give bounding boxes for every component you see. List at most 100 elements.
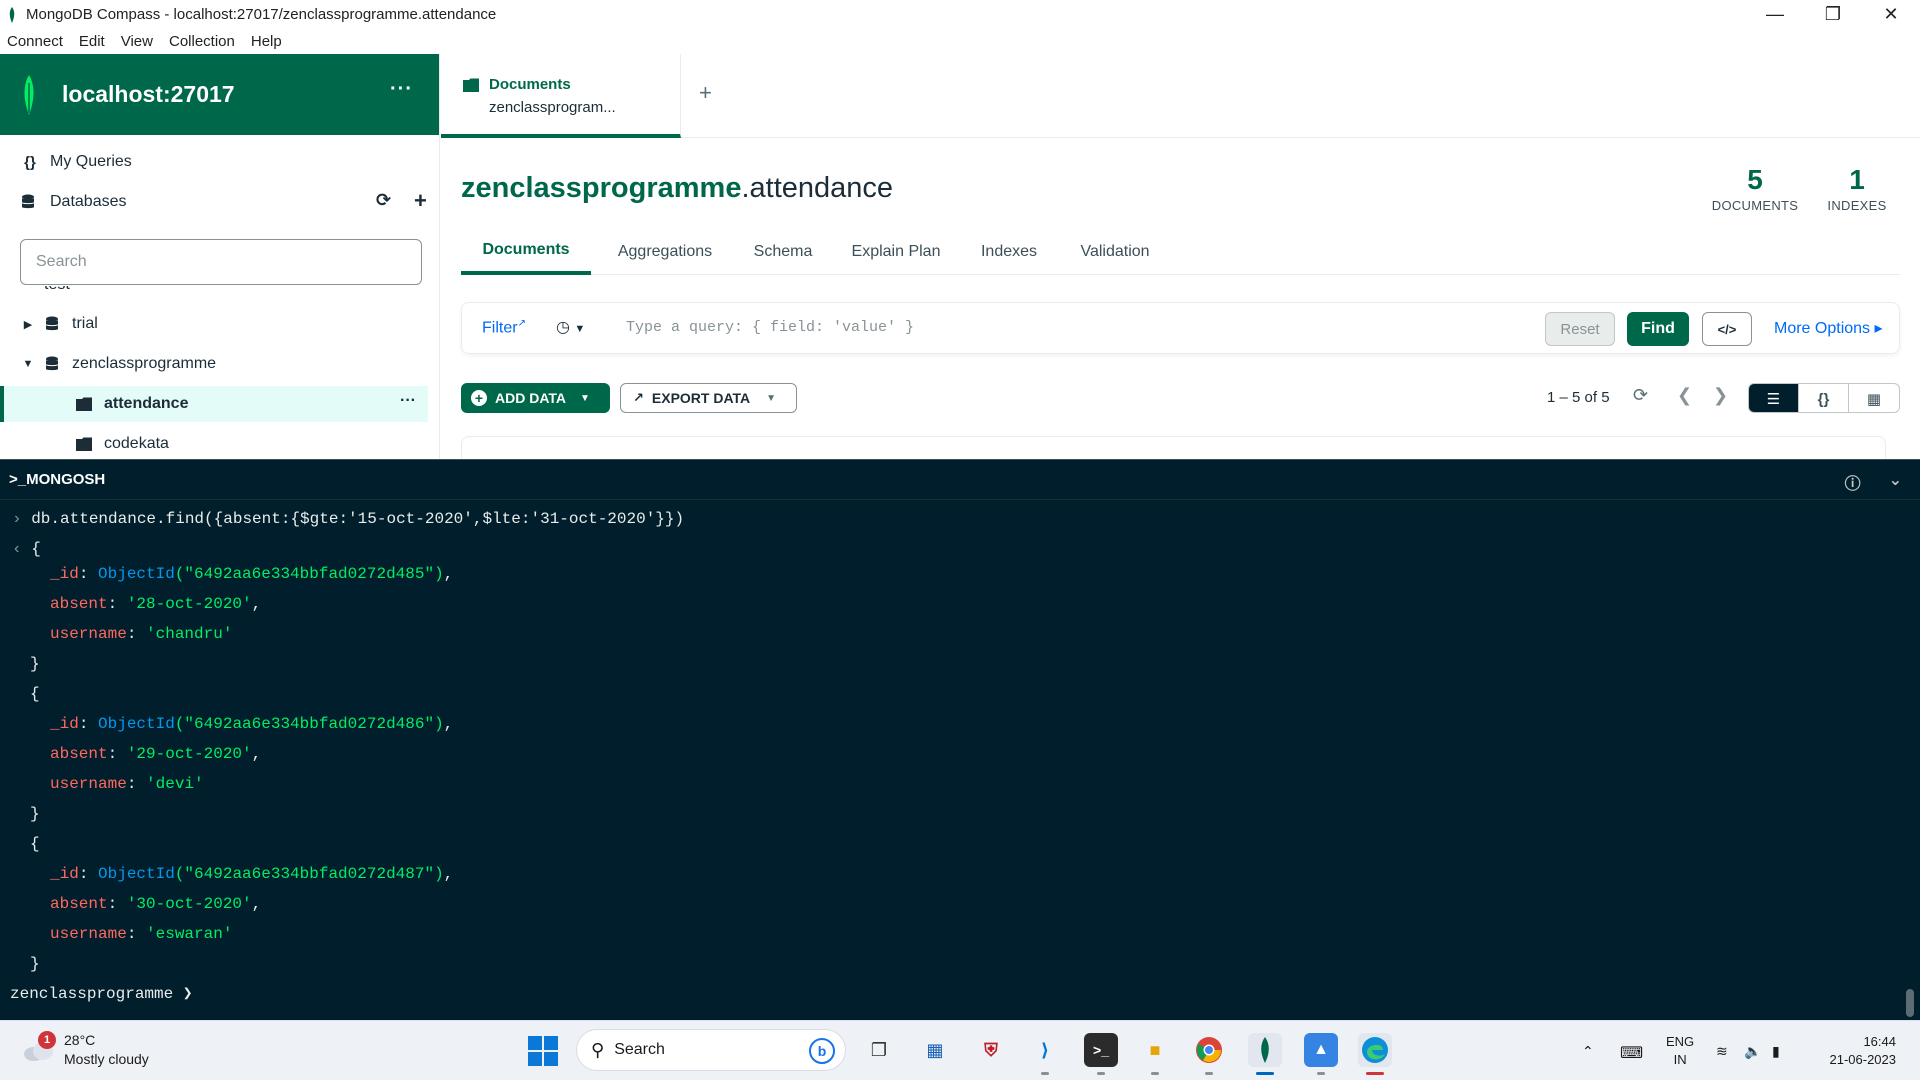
shell-scrollbar[interactable] bbox=[1906, 989, 1914, 1017]
view-toggle: ☰ {} ▦ bbox=[1748, 383, 1900, 413]
sidebar-collection-codekata[interactable]: codekata bbox=[0, 426, 428, 459]
close-button[interactable]: ✕ bbox=[1862, 0, 1920, 29]
list-view-icon[interactable]: ☰ bbox=[1749, 384, 1799, 412]
weather-badge: 1 bbox=[38, 1031, 56, 1049]
add-data-button[interactable]: + ADD DATA ▼ bbox=[461, 383, 610, 413]
mongodb-compass-icon[interactable] bbox=[1248, 1033, 1282, 1067]
bing-icon[interactable]: b bbox=[809, 1038, 835, 1064]
weather-temp: 28°C bbox=[64, 1032, 96, 1048]
vscode-icon[interactable]: ⟩ bbox=[1028, 1033, 1062, 1067]
file-explorer-icon[interactable]: ■ bbox=[1138, 1033, 1172, 1067]
mcafee-icon[interactable]: ⛨ bbox=[974, 1033, 1008, 1067]
sidebar-search-input[interactable]: Search bbox=[20, 239, 422, 285]
menu-collection[interactable]: Collection bbox=[169, 33, 235, 50]
sidebar-collection-attendance[interactable]: attendance ··· bbox=[0, 386, 428, 422]
indexes-stat: 1 INDEXES bbox=[1817, 164, 1897, 213]
menu-help[interactable]: Help bbox=[251, 33, 282, 50]
menu-view[interactable]: View bbox=[121, 33, 153, 50]
task-view-icon[interactable]: ❐ bbox=[862, 1033, 896, 1067]
query-input[interactable]: Type a query: { field: 'value' } bbox=[626, 319, 914, 336]
battery-icon[interactable]: ▮ bbox=[1772, 1043, 1780, 1060]
shell-doc-line: username: 'eswaran' bbox=[50, 925, 233, 943]
terminal-icon[interactable]: >_ bbox=[1084, 1033, 1118, 1067]
clock[interactable]: 16:44 21-06-2023 bbox=[1830, 1033, 1897, 1069]
wifi-icon[interactable]: ≋ bbox=[1716, 1043, 1728, 1060]
language-indicator[interactable]: ENG IN bbox=[1666, 1033, 1694, 1069]
mongosh-shell: >_MONGOSH ⓘ ⌄ › db.attendance.find({abse… bbox=[0, 459, 1920, 1020]
next-page-icon[interactable]: ❯ bbox=[1713, 385, 1728, 406]
store-icon[interactable]: ▦ bbox=[918, 1033, 952, 1067]
shell-header[interactable]: >_MONGOSH ⓘ ⌄ bbox=[0, 459, 1920, 500]
sidebar-item-label: Databases bbox=[50, 193, 127, 210]
json-view-icon[interactable]: {} bbox=[1799, 384, 1849, 412]
refresh-icon[interactable]: ⟳ bbox=[1633, 385, 1648, 406]
chevron-up-icon[interactable]: ⌃ bbox=[1582, 1043, 1594, 1060]
shell-prompt[interactable]: zenclassprogramme ❯ bbox=[10, 982, 192, 1006]
sidebar-tree-partial-row[interactable]: test bbox=[0, 286, 428, 300]
search-icon: ⚲ bbox=[591, 1039, 605, 1060]
menu-connect[interactable]: Connect bbox=[7, 33, 63, 50]
tab-documents[interactable]: Documents zenclassprogram... bbox=[441, 54, 681, 138]
subtab-documents[interactable]: Documents bbox=[461, 229, 591, 275]
refresh-icon[interactable]: ⟳ bbox=[376, 190, 391, 211]
sidebar-collection-label: attendance bbox=[104, 395, 189, 412]
caret-down-icon[interactable]: ▼ bbox=[18, 358, 38, 370]
query-history-button[interactable]: ◷ ▼ bbox=[556, 317, 585, 337]
shell-doc-line: _id: ObjectId("6492aa6e334bbfad0272d486"… bbox=[50, 715, 454, 733]
sidebar-item-databases[interactable]: Databases ⟳ + bbox=[20, 184, 430, 220]
shell-doc-line: absent: '30-oct-2020', bbox=[50, 895, 262, 913]
keyboard-icon[interactable]: ⌨ bbox=[1620, 1043, 1643, 1063]
add-tab-button[interactable]: + bbox=[699, 80, 712, 106]
output-marker-icon: ‹ bbox=[12, 540, 32, 558]
mongodb-leaf-icon bbox=[24, 74, 34, 115]
edge-icon[interactable] bbox=[1358, 1033, 1392, 1067]
sidebar-db-zenclassprogramme[interactable]: ▼ zenclassprogramme bbox=[0, 346, 428, 382]
shell-doc-line: absent: '28-oct-2020', bbox=[50, 595, 262, 613]
sidebar-db-trial[interactable]: ▶ trial bbox=[0, 306, 428, 342]
table-view-icon[interactable]: ▦ bbox=[1849, 384, 1899, 412]
prev-page-icon[interactable]: ❮ bbox=[1677, 385, 1692, 406]
database-icon bbox=[46, 316, 58, 331]
subtab-explain-plan[interactable]: Explain Plan bbox=[841, 229, 951, 275]
namespace-db: zenclassprogramme bbox=[461, 172, 742, 204]
more-options-button[interactable]: More Options ▸ bbox=[1774, 318, 1883, 338]
folder-icon bbox=[76, 397, 92, 411]
add-database-icon[interactable]: + bbox=[414, 188, 427, 214]
taskbar-search[interactable]: ⚲ Search b bbox=[576, 1029, 846, 1071]
weather-widget[interactable]: 1 28°C Mostly cloudy bbox=[22, 1031, 149, 1069]
menu-edit[interactable]: Edit bbox=[79, 33, 105, 50]
subtab-schema[interactable]: Schema bbox=[743, 229, 823, 275]
sidebar-item-my-queries[interactable]: {} My Queries bbox=[20, 144, 132, 180]
minimize-button[interactable]: — bbox=[1746, 0, 1804, 29]
chevron-down-icon[interactable]: ⌄ bbox=[1889, 470, 1902, 494]
code-export-button[interactable]: </> bbox=[1702, 312, 1752, 346]
indexes-label: INDEXES bbox=[1827, 198, 1887, 213]
pagination-text: 1 – 5 of 5 bbox=[1547, 389, 1610, 406]
braces-icon: {} bbox=[24, 153, 36, 171]
info-icon[interactable]: ⓘ bbox=[1845, 470, 1861, 494]
find-button[interactable]: Find bbox=[1627, 312, 1689, 346]
sidebar-collection-label: codekata bbox=[104, 435, 169, 452]
chevron-down-icon: ▼ bbox=[574, 323, 586, 335]
windows-start-icon[interactable] bbox=[528, 1036, 558, 1066]
subtab-aggregations[interactable]: Aggregations bbox=[605, 229, 725, 275]
restore-button[interactable]: ❐ bbox=[1804, 0, 1862, 29]
export-data-button[interactable]: ↗ EXPORT DATA ▼ bbox=[620, 383, 797, 413]
taskbar: 1 28°C Mostly cloudy ⚲ Search b ❐ ▦ ⛨ ⟩ … bbox=[0, 1020, 1920, 1080]
tab-subtitle: zenclassprogram... bbox=[489, 99, 616, 116]
subtab-validation[interactable]: Validation bbox=[1065, 229, 1165, 275]
connection-more-button[interactable]: ··· bbox=[390, 78, 413, 101]
photos-icon[interactable]: ▲ bbox=[1304, 1033, 1338, 1067]
caret-right-icon[interactable]: ▶ bbox=[18, 318, 38, 331]
shell-doc-line: username: 'devi' bbox=[50, 775, 204, 793]
volume-icon[interactable]: 🔈 bbox=[1744, 1043, 1761, 1060]
chrome-icon[interactable] bbox=[1192, 1033, 1226, 1067]
subtab-indexes[interactable]: Indexes bbox=[969, 229, 1049, 275]
connection-header: localhost:27017 ··· bbox=[0, 54, 439, 135]
documents-stat: 5 DOCUMENTS bbox=[1705, 164, 1805, 213]
clock-icon: ◷ bbox=[556, 319, 570, 336]
plus-icon: + bbox=[471, 390, 487, 406]
reset-button[interactable]: Reset bbox=[1545, 312, 1615, 346]
collection-more-button[interactable]: ··· bbox=[400, 392, 416, 410]
filter-link[interactable]: Filter↗ bbox=[482, 318, 526, 337]
